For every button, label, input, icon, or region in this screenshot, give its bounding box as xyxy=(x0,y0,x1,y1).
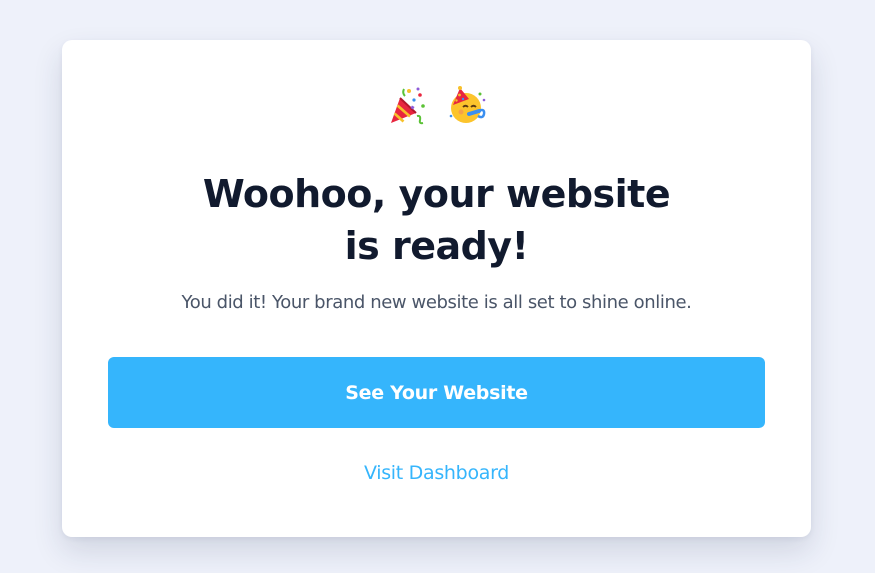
page-title: Woohoo, your website is ready! xyxy=(62,168,811,272)
party-popper-icon xyxy=(387,86,427,126)
subtitle-text: You did it! Your brand new website is al… xyxy=(181,292,692,313)
success-card: Woohoo, your website is ready! You did i… xyxy=(62,40,811,537)
title-line-2: is ready! xyxy=(344,224,529,268)
celebration-emojis xyxy=(62,84,811,128)
visit-dashboard-link[interactable]: Visit Dashboard xyxy=(62,460,811,486)
see-your-website-button[interactable]: See Your Website xyxy=(108,357,765,428)
partying-face-icon xyxy=(447,86,487,126)
title-line-1: Woohoo, your website xyxy=(202,172,671,216)
